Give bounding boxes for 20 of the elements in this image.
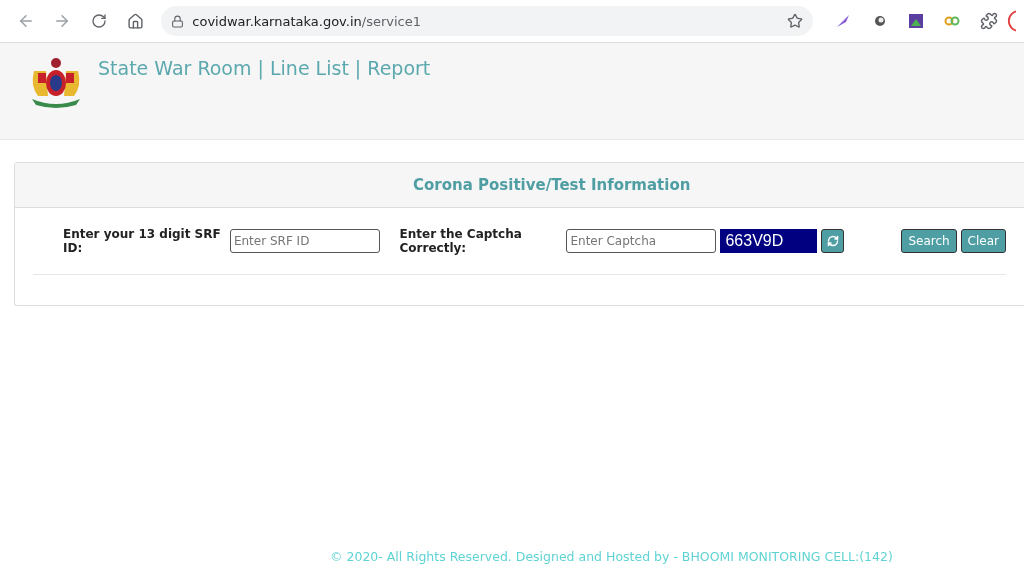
captcha-label: Enter the Captcha Correctly: (399, 227, 523, 255)
card-title: Corona Positive/Test Information (413, 176, 691, 194)
refresh-icon (826, 235, 839, 247)
captcha-input[interactable]: Enter Captcha (566, 229, 717, 253)
footer-text: © 2020- All Rights Reserved. Designed and Hosted by - BHOOMI MONITORING CELL:(142) (330, 549, 893, 564)
captcha-code: 663V9D (720, 229, 817, 253)
srf-input[interactable]: Enter SRF ID (229, 229, 380, 253)
site-title: State War Room | Line List | Report (98, 57, 431, 79)
clear-button[interactable]: Clear (960, 229, 1006, 253)
srf-label: Enter your 13 digit SRF ID: (63, 227, 222, 255)
url-path: /service1 (361, 13, 422, 29)
extensions-icon[interactable] (979, 12, 998, 30)
lock-icon (171, 14, 185, 28)
feather-icon[interactable] (836, 14, 851, 28)
address-bar[interactable]: covidwar.karnataka.gov.in/service1 (161, 6, 814, 36)
star-icon[interactable] (787, 13, 804, 29)
refresh-captcha-button[interactable] (820, 229, 845, 253)
url-host: covidwar.karnataka.gov.in (192, 13, 362, 29)
search-button[interactable]: Search (901, 229, 957, 253)
image-icon[interactable] (909, 14, 924, 28)
